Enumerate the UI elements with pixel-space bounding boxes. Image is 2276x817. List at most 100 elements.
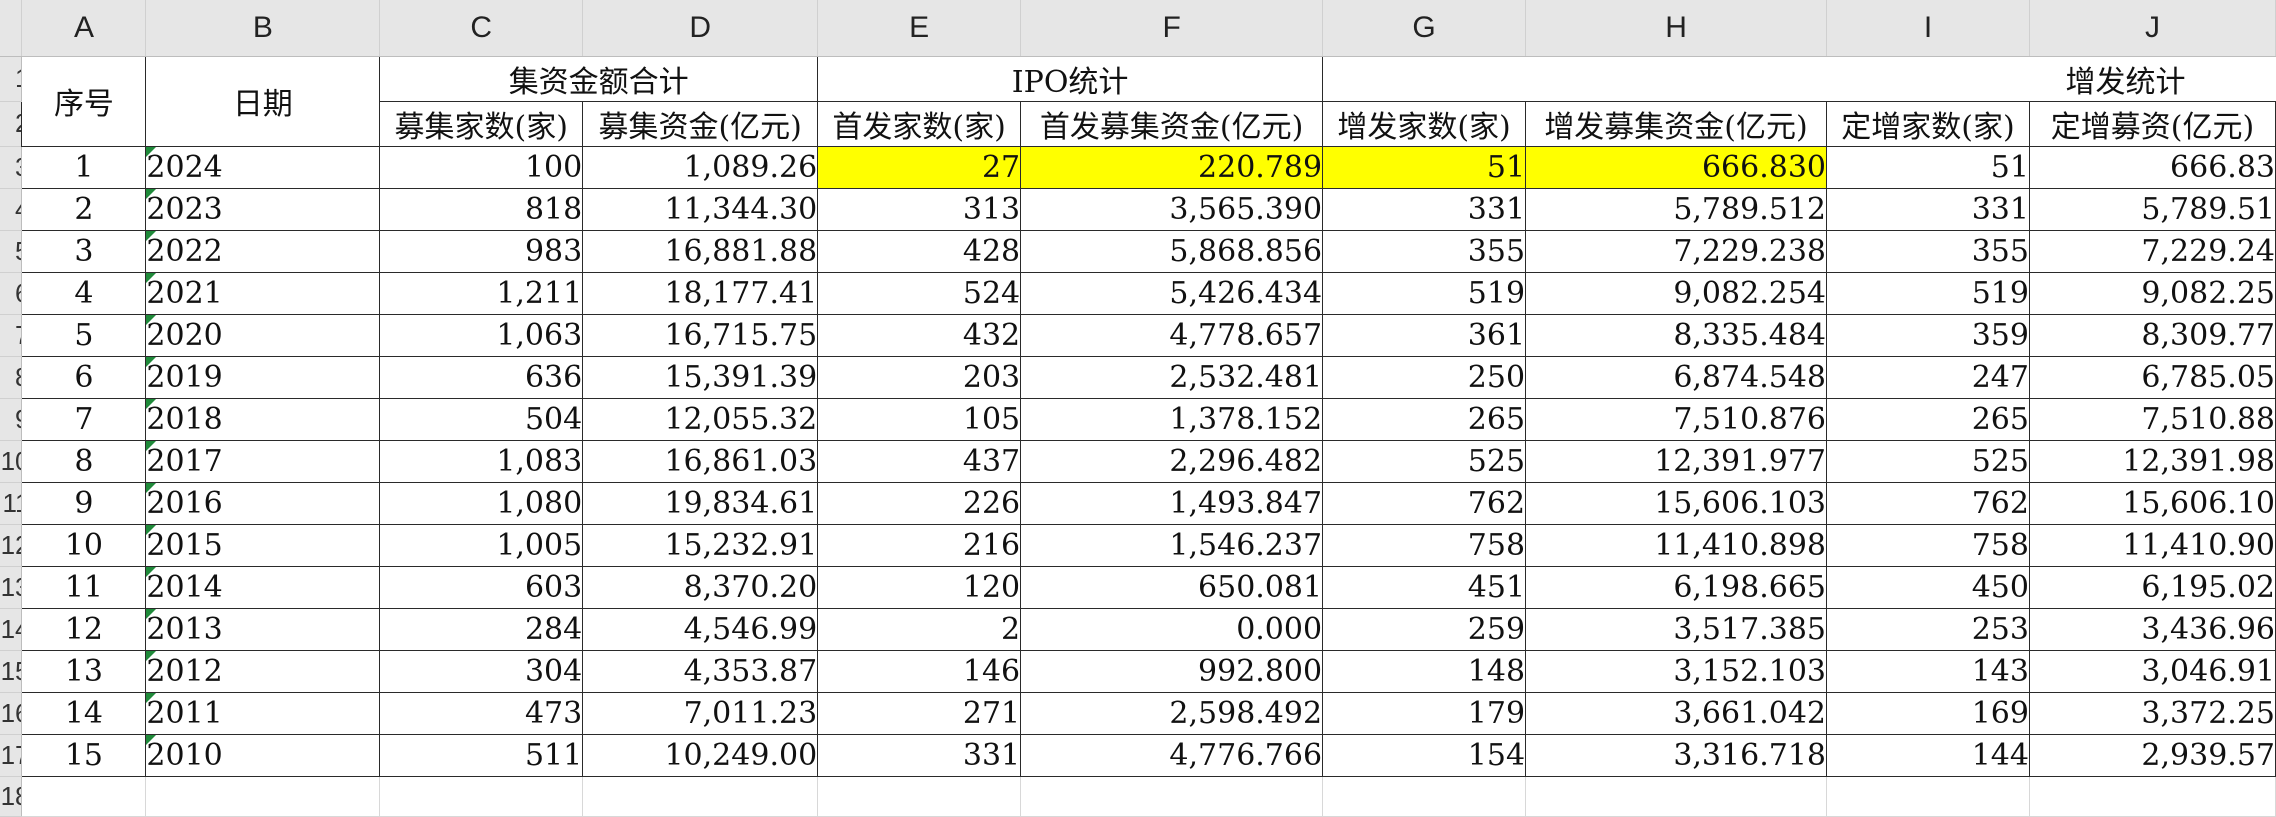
cell-private-amount[interactable]: 666.83: [2028, 145, 2276, 189]
cell-total-count[interactable]: 1,080: [379, 481, 584, 525]
cell-private-amount[interactable]: 3,436.96: [2028, 607, 2276, 651]
cell-total-amount[interactable]: 8,370.20: [582, 565, 819, 609]
cell-private-count[interactable]: 758: [1826, 523, 2030, 567]
cell-seo-count[interactable]: 179: [1322, 691, 1527, 735]
row-number[interactable]: 11: [0, 482, 23, 525]
header-sub-d[interactable]: 募集资金(亿元): [582, 100, 819, 147]
cell-seq[interactable]: 12: [21, 607, 147, 651]
cell-seo-amount[interactable]: 5,789.512: [1525, 187, 1827, 231]
cell[interactable]: [379, 775, 584, 817]
cell-ipo-count[interactable]: 226: [817, 481, 1022, 525]
row-number[interactable]: 15: [0, 650, 23, 693]
cell-private-count[interactable]: 525: [1826, 439, 2030, 483]
cell-private-count[interactable]: 331: [1826, 187, 2030, 231]
cell-total-amount[interactable]: 16,881.88: [582, 229, 819, 273]
cell-seo-count[interactable]: 51: [1322, 145, 1527, 189]
cell-total-amount[interactable]: 10,249.00: [582, 733, 819, 777]
cell-seo-count[interactable]: 361: [1322, 313, 1527, 357]
cell-total-count[interactable]: 818: [379, 187, 584, 231]
cell-seq[interactable]: 1: [21, 145, 147, 189]
header-sub-j[interactable]: 定增募资(亿元): [2028, 100, 2276, 147]
cell-seo-amount[interactable]: 3,316.718: [1525, 733, 1827, 777]
cell-seo-count[interactable]: 758: [1322, 523, 1527, 567]
cell-private-amount[interactable]: 5,789.51: [2028, 187, 2276, 231]
cell-ipo-count[interactable]: 2: [817, 607, 1022, 651]
cell-ipo-amount[interactable]: 3,565.390: [1020, 187, 1324, 231]
row-number[interactable]: 18: [0, 776, 23, 817]
cell-date[interactable]: 2019: [145, 355, 381, 399]
cell-ipo-amount[interactable]: 650.081: [1020, 565, 1324, 609]
cell-seq[interactable]: 8: [21, 439, 147, 483]
cell[interactable]: [2028, 775, 2276, 817]
cell-seo-count[interactable]: 519: [1322, 271, 1527, 315]
cell-date[interactable]: 2010: [145, 733, 381, 777]
cell-date[interactable]: 2017: [145, 439, 381, 483]
cell-seo-count[interactable]: 331: [1322, 187, 1527, 231]
cell-private-count[interactable]: 144: [1826, 733, 2030, 777]
cell-total-amount[interactable]: 16,861.03: [582, 439, 819, 483]
cell-private-amount[interactable]: 7,510.88: [2028, 397, 2276, 441]
cell-date[interactable]: 2011: [145, 691, 381, 735]
cell-seo-count[interactable]: 259: [1322, 607, 1527, 651]
cell-private-amount[interactable]: 7,229.24: [2028, 229, 2276, 273]
cell-ipo-count[interactable]: 432: [817, 313, 1022, 357]
spreadsheet[interactable]: A B C D E F G H I J 1 序号 日期 集资金额合计 IPO统计…: [0, 0, 2276, 817]
header-sub-h[interactable]: 增发募集资金(亿元): [1525, 100, 1827, 147]
cell-total-count[interactable]: 1,211: [379, 271, 584, 315]
cell-ipo-amount[interactable]: 5,868.856: [1020, 229, 1324, 273]
header-sub-c[interactable]: 募集家数(家): [379, 100, 584, 147]
cell-private-count[interactable]: 519: [1826, 271, 2030, 315]
cell-total-amount[interactable]: 1,089.26: [582, 145, 819, 189]
cell-date[interactable]: 2021: [145, 271, 381, 315]
row-number[interactable]: 8: [0, 356, 23, 399]
header-group-seo[interactable]: 增发统计: [1322, 55, 2276, 102]
cell-private-count[interactable]: 247: [1826, 355, 2030, 399]
cell-seo-count[interactable]: 148: [1322, 649, 1527, 693]
column-header-e[interactable]: E: [817, 0, 1022, 57]
header-group-total[interactable]: 集资金额合计: [379, 55, 819, 102]
cell-seq[interactable]: 5: [21, 313, 147, 357]
column-header-h[interactable]: H: [1525, 0, 1827, 57]
cell-private-count[interactable]: 450: [1826, 565, 2030, 609]
cell-private-amount[interactable]: 6,785.05: [2028, 355, 2276, 399]
cell-seo-amount[interactable]: 9,082.254: [1525, 271, 1827, 315]
row-number[interactable]: 17: [0, 734, 23, 777]
cell-private-amount[interactable]: 15,606.10: [2028, 481, 2276, 525]
cell-seq[interactable]: 11: [21, 565, 147, 609]
cell-seo-count[interactable]: 762: [1322, 481, 1527, 525]
cell-private-amount[interactable]: 8,309.77: [2028, 313, 2276, 357]
row-number[interactable]: 9: [0, 398, 23, 441]
cell-date[interactable]: 2023: [145, 187, 381, 231]
cell-ipo-count[interactable]: 271: [817, 691, 1022, 735]
row-number[interactable]: 6: [0, 272, 23, 315]
cell[interactable]: [582, 775, 819, 817]
cell-seq[interactable]: 9: [21, 481, 147, 525]
cell-total-count[interactable]: 1,083: [379, 439, 584, 483]
cell-seo-amount[interactable]: 3,517.385: [1525, 607, 1827, 651]
cell-total-amount[interactable]: 7,011.23: [582, 691, 819, 735]
cell-private-amount[interactable]: 3,372.25: [2028, 691, 2276, 735]
cell-private-count[interactable]: 355: [1826, 229, 2030, 273]
cell-private-count[interactable]: 51: [1826, 145, 2030, 189]
row-number[interactable]: 1: [0, 56, 23, 102]
header-sub-i[interactable]: 定增家数(家): [1826, 100, 2030, 147]
cell-total-amount[interactable]: 16,715.75: [582, 313, 819, 357]
column-header-g[interactable]: G: [1322, 0, 1527, 57]
sheet-grid[interactable]: A B C D E F G H I J 1 序号 日期 集资金额合计 IPO统计…: [0, 0, 2276, 817]
cell-private-amount[interactable]: 12,391.98: [2028, 439, 2276, 483]
cell-seq[interactable]: 14: [21, 691, 147, 735]
row-number[interactable]: 12: [0, 524, 23, 567]
cell-ipo-count[interactable]: 216: [817, 523, 1022, 567]
cell-seo-count[interactable]: 265: [1322, 397, 1527, 441]
column-header-b[interactable]: B: [145, 0, 381, 57]
cell-private-amount[interactable]: 2,939.57: [2028, 733, 2276, 777]
row-number[interactable]: 7: [0, 314, 23, 357]
cell-seo-count[interactable]: 525: [1322, 439, 1527, 483]
cell-total-count[interactable]: 284: [379, 607, 584, 651]
cell-seo-amount[interactable]: 3,661.042: [1525, 691, 1827, 735]
cell-ipo-count[interactable]: 437: [817, 439, 1022, 483]
cell-total-count[interactable]: 473: [379, 691, 584, 735]
cell-date[interactable]: 2015: [145, 523, 381, 567]
cell-total-count[interactable]: 1,063: [379, 313, 584, 357]
cell-seq[interactable]: 13: [21, 649, 147, 693]
